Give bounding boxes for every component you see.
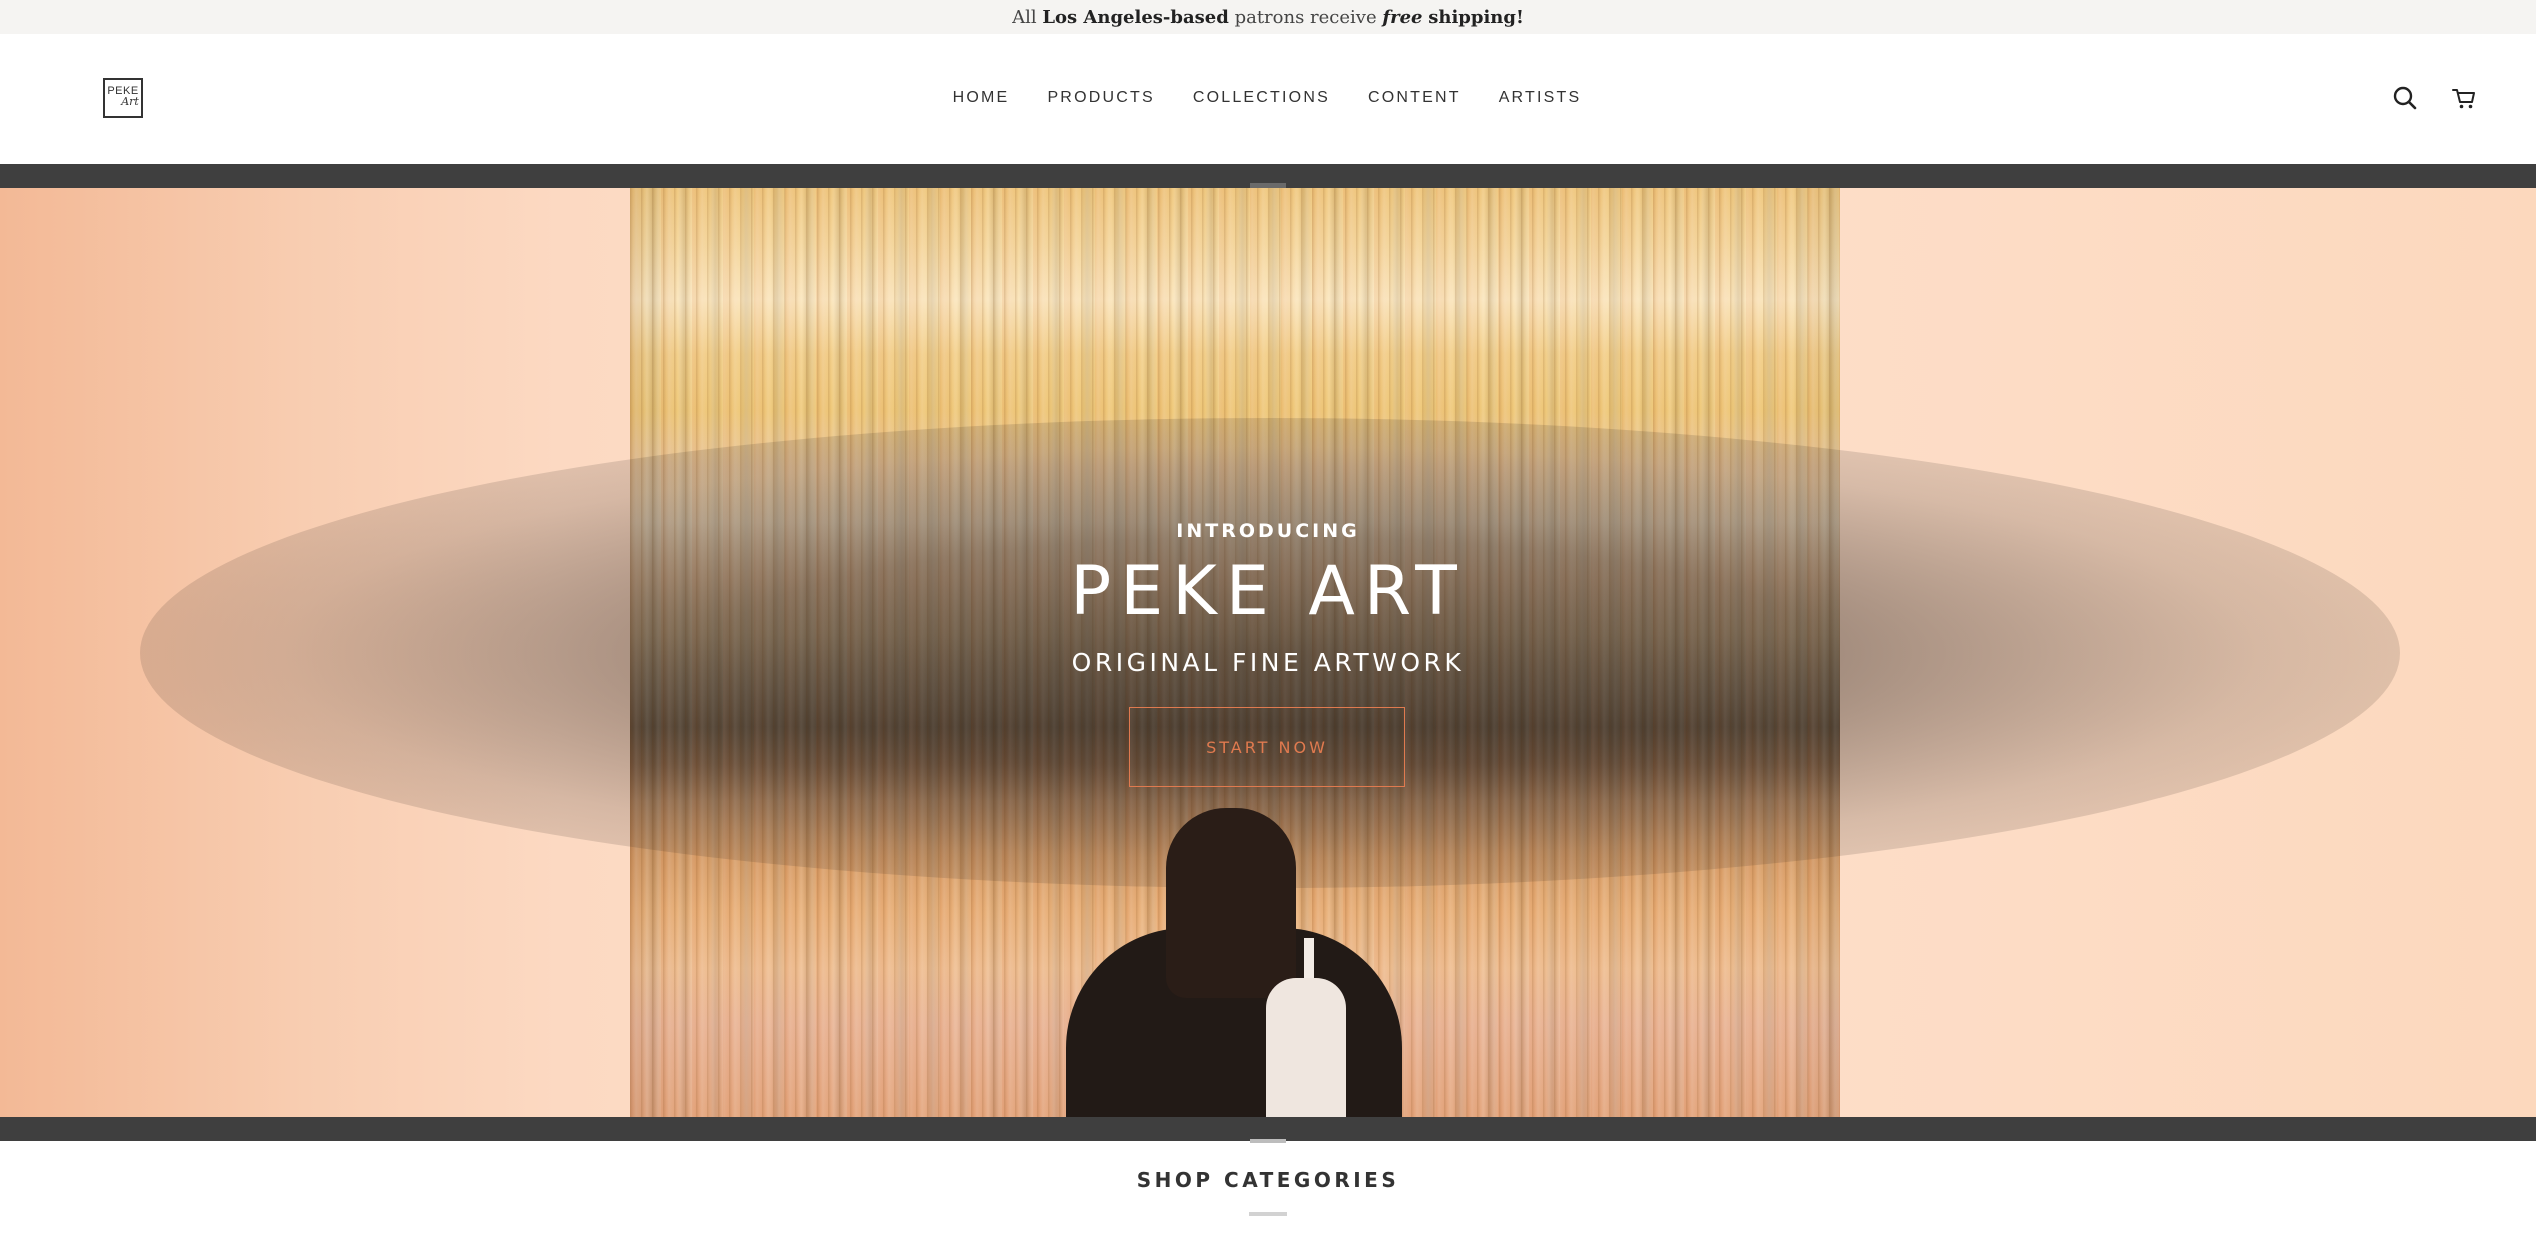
- section-divider: [1249, 1212, 1287, 1216]
- hero-kicker: INTRODUCING: [1176, 520, 1360, 542]
- hero-banner: INTRODUCING PEKE ART ORIGINAL FINE ARTWO…: [0, 188, 2536, 1117]
- announcement-prefix: All: [1012, 6, 1037, 28]
- nav-products[interactable]: PRODUCTS: [1047, 89, 1154, 107]
- hero-title: PEKE ART: [1070, 552, 1466, 631]
- nav-collections[interactable]: COLLECTIONS: [1193, 89, 1330, 107]
- announcement-free: free: [1382, 6, 1423, 28]
- main-nav: HOME PRODUCTS COLLECTIONS CONTENT ARTIST…: [0, 89, 2536, 107]
- announcement-middle: patrons receive: [1234, 6, 1377, 28]
- hero-bottom-band: [0, 1117, 2536, 1141]
- announcement-bar: All Los Angeles-based patrons receive fr…: [0, 0, 2536, 34]
- nav-home[interactable]: HOME: [953, 89, 1010, 107]
- search-icon[interactable]: [2390, 83, 2420, 113]
- nav-artists[interactable]: ARTISTS: [1499, 89, 1582, 107]
- hero-subtitle: ORIGINAL FINE ARTWORK: [1071, 648, 1465, 677]
- cart-icon[interactable]: [2449, 83, 2479, 113]
- hero-viewer-figure: [1066, 808, 1402, 1117]
- nav-content[interactable]: CONTENT: [1368, 89, 1461, 107]
- start-now-button[interactable]: START NOW: [1129, 707, 1405, 787]
- site-header: PEKE Art HOME PRODUCTS COLLECTIONS CONTE…: [0, 34, 2536, 164]
- announcement-location: Los Angeles-based: [1042, 6, 1229, 28]
- hero-bottom-notch: [1250, 1139, 1286, 1143]
- shop-categories-heading: SHOP CATEGORIES: [1136, 1168, 1400, 1192]
- announcement-suffix: shipping!: [1428, 6, 1524, 28]
